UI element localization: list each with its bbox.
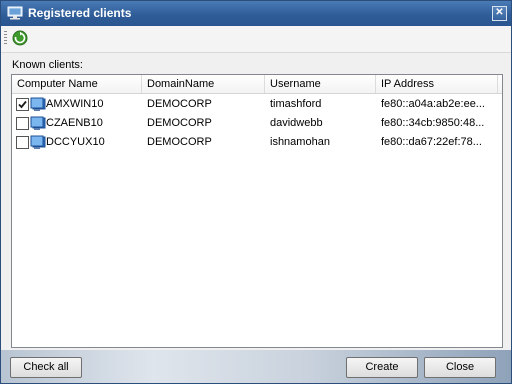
table-row[interactable]: DCCYUX10 DEMOCORP ishnamohan fe80::da67:… [12,133,502,152]
row-checkbox[interactable] [16,136,29,149]
row-checkbox[interactable] [16,117,29,130]
table-row[interactable]: AMXWIN10 DEMOCORP timashford fe80::a04a:… [12,95,502,114]
column-domain-name[interactable]: DomainName [142,75,265,93]
cell-ip-address: fe80::34cb:9850:48... [381,117,485,129]
cell-computer-name: AMXWIN10 [46,98,104,110]
cell-username: timashford [270,98,322,110]
cell-domain: DEMOCORP [147,98,212,110]
window-title: Registered clients [28,6,132,20]
toolbar-grip[interactable] [4,31,7,45]
close-button[interactable]: Close [424,357,496,378]
row-checkbox[interactable] [16,98,29,111]
computer-icon [30,116,46,130]
cell-username: davidwebb [270,117,323,129]
table-row[interactable]: CZAENB10 DEMOCORP davidwebb fe80::34cb:9… [12,114,502,133]
cell-username: ishnamohan [270,136,330,148]
cell-domain: DEMOCORP [147,136,212,148]
computer-icon [30,97,46,111]
computer-icon [30,135,46,149]
create-button[interactable]: Create [346,357,418,378]
refresh-icon[interactable] [12,30,28,46]
column-ip-address[interactable]: IP Address [376,75,498,93]
column-username[interactable]: Username [265,75,376,93]
list-header: Computer Name DomainName Username IP Add… [12,75,502,94]
cell-ip-address: fe80::a04a:ab2e:ee... [381,98,485,110]
cell-computer-name: DCCYUX10 [46,136,105,148]
check-all-button[interactable]: Check all [10,357,82,378]
toolbar [1,26,511,53]
button-bar: Check all Create Close [1,350,511,383]
checkmark-icon [18,100,27,109]
cell-computer-name: CZAENB10 [46,117,103,129]
cell-domain: DEMOCORP [147,117,212,129]
title-bar[interactable]: Registered clients ✕ [1,1,511,26]
monitor-icon [7,6,23,20]
known-clients-label: Known clients: [12,59,83,71]
cell-ip-address: fe80::da67:22ef:78... [381,136,482,148]
registered-clients-dialog: Registered clients ✕ Known clients: Comp… [0,0,512,384]
window-close-button[interactable]: ✕ [492,6,507,21]
column-computer-name[interactable]: Computer Name [12,75,142,93]
clients-list[interactable]: Computer Name DomainName Username IP Add… [11,74,503,348]
